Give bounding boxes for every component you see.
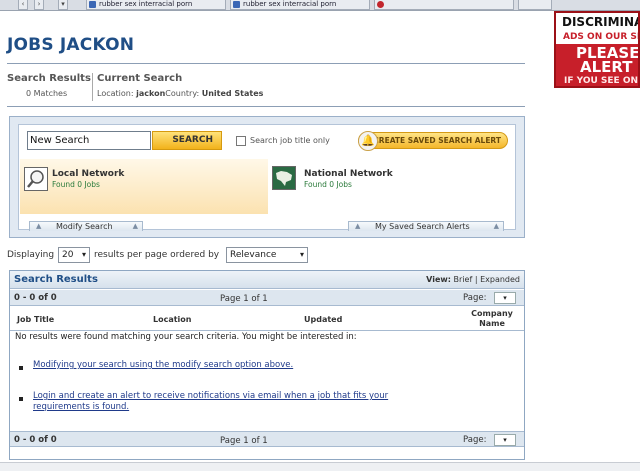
page-label: Page:	[463, 293, 487, 303]
page-info: Page 1 of 1	[220, 436, 268, 446]
new-tab-button[interactable]	[518, 0, 552, 10]
view-expanded-link[interactable]: Expanded	[480, 275, 520, 284]
current-search-label: Current Search	[97, 73, 183, 84]
map-icon	[272, 166, 296, 190]
column-job-title[interactable]: Job Title	[17, 315, 54, 324]
title-only-label: Search job title only	[250, 136, 330, 145]
view-switcher: View: Brief | Expanded	[426, 275, 520, 284]
page-info: Page 1 of 1	[220, 294, 268, 304]
display-middle-text: results per page ordered by	[94, 250, 220, 260]
country-value: United States	[201, 89, 264, 98]
results-header: Search Results View: Brief | Expanded	[10, 271, 524, 289]
results-box: Search Results View: Brief | Expanded 0 …	[9, 270, 525, 460]
national-network-title[interactable]: National Network	[304, 169, 393, 179]
browser-tab-strip: ‹ › ▾ rubber sex interracial porn rubber…	[0, 0, 640, 11]
tab-nav-right-icon[interactable]: ›	[34, 0, 44, 10]
page-select[interactable]: ▾	[494, 292, 516, 304]
horizontal-scrollbar[interactable]	[0, 462, 640, 471]
title-divider	[7, 63, 525, 64]
page-icon	[89, 1, 96, 8]
browser-tab[interactable]	[374, 0, 514, 10]
results-title: Search Results	[14, 274, 98, 285]
tab-list-icon[interactable]: ▾	[58, 0, 68, 10]
location-value: jackon	[136, 89, 166, 98]
result-range: 0 - 0 of 0	[14, 293, 57, 303]
ad-line: ADS ON OUR SIT	[556, 31, 638, 44]
create-alert-button[interactable]: 🔔 CREATE SAVED SEARCH ALERT	[358, 131, 508, 151]
match-count: 0 Matches	[26, 89, 68, 98]
summary-divider	[92, 73, 93, 101]
caret-up-icon: ▲	[132, 222, 138, 230]
search-panel: SEARCH Search job title only 🔔 CREATE SA…	[9, 116, 525, 238]
chevron-down-icon: ▾	[81, 250, 86, 259]
suggestion-link[interactable]: Login and create an alert to receive not…	[33, 391, 433, 413]
search-button[interactable]: SEARCH	[152, 131, 222, 150]
title-only-checkbox[interactable]	[236, 136, 246, 146]
chevron-down-icon: ▾	[299, 250, 304, 259]
ad-banner[interactable]: DISCRIMINATOR ADS ON OUR SIT PLEASE ALER…	[554, 11, 640, 88]
search-panel-inner: SEARCH Search job title only 🔔 CREATE SA…	[18, 124, 516, 231]
column-headers: Job Title Location Updated Company Name	[10, 307, 524, 331]
suggestion-link[interactable]: Modifying your search using the modify s…	[33, 360, 493, 371]
display-options: Displaying	[7, 250, 55, 260]
caret-up-icon: ▲	[36, 222, 42, 230]
modify-search-tab[interactable]: ▲ Modify Search ▲	[29, 221, 143, 231]
browser-tab[interactable]: rubber sex interracial porn	[86, 0, 226, 10]
bullet-icon	[19, 366, 23, 370]
pagination-bottom: 0 - 0 of 0 Page 1 of 1 Page: ▾	[10, 431, 524, 447]
browser-tab[interactable]: rubber sex interracial porn	[230, 0, 370, 10]
result-range: 0 - 0 of 0	[14, 435, 57, 445]
search-results-label: Search Results	[7, 73, 91, 84]
view-brief-link[interactable]: Brief	[454, 275, 473, 284]
page-label: Page:	[463, 435, 487, 445]
ad-line: ALERT US	[580, 58, 638, 76]
magnifier-icon	[24, 167, 48, 191]
current-search-details: Location: jackonCountry: United States	[97, 89, 264, 98]
bell-icon: 🔔	[358, 131, 378, 151]
summary-divider-bottom	[7, 106, 525, 107]
page-icon	[233, 1, 240, 8]
column-updated[interactable]: Updated	[304, 315, 342, 324]
local-network-count: Found 0 Jobs	[52, 180, 100, 189]
pagination-top: 0 - 0 of 0 Page 1 of 1 Page: ▾	[10, 290, 524, 306]
per-page-select[interactable]: 20 ▾	[58, 247, 90, 263]
search-input[interactable]	[27, 131, 151, 150]
caret-up-icon: ▲	[493, 222, 499, 230]
no-results-message: No results were found matching your sear…	[15, 332, 357, 342]
page-icon	[377, 1, 384, 8]
tab-nav-left-icon[interactable]: ‹	[18, 0, 28, 10]
page-title: JOBS JACKON	[7, 35, 135, 55]
ad-line: IF YOU SEE ON	[564, 76, 639, 86]
local-network-title[interactable]: Local Network	[52, 169, 124, 179]
ad-line: DISCRIMINATOR	[556, 13, 638, 31]
page-select[interactable]: ▾	[494, 434, 516, 446]
caret-up-icon: ▲	[355, 222, 361, 230]
local-network-panel[interactable]: Local Network Found 0 Jobs	[20, 159, 268, 214]
column-location[interactable]: Location	[153, 315, 192, 324]
bullet-icon	[19, 397, 23, 401]
saved-alerts-tab[interactable]: ▲ My Saved Search Alerts ▲	[348, 221, 504, 231]
order-by-select[interactable]: Relevance ▾	[226, 247, 308, 263]
national-network-count: Found 0 Jobs	[304, 180, 352, 189]
column-company-name[interactable]: Company Name	[468, 309, 516, 329]
